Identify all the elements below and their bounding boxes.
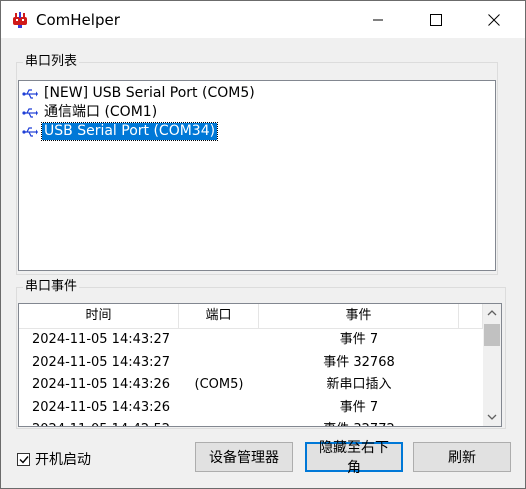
table-header: 时间 端口 事件 bbox=[19, 304, 483, 329]
chevron-up-icon bbox=[487, 310, 497, 316]
port-item-selected[interactable]: USB Serial Port (COM34) bbox=[22, 122, 219, 141]
row-port bbox=[179, 329, 259, 352]
column-header-port[interactable]: 端口 bbox=[179, 304, 259, 328]
maximize-button[interactable] bbox=[413, 1, 459, 38]
row-port bbox=[179, 397, 259, 420]
events-label: 串口事件 bbox=[25, 279, 78, 294]
row-time: 2024-11-05 14:43:26 bbox=[32, 377, 171, 392]
autostart-label: 开机启动 bbox=[35, 452, 91, 468]
chevron-down-icon bbox=[487, 414, 497, 420]
port-list-label: 串口列表 bbox=[25, 54, 78, 69]
table-row[interactable]: 2024-11-05 14:43:26 (COM5) 新串口插入 bbox=[19, 374, 483, 397]
column-header-time[interactable]: 时间 bbox=[19, 304, 179, 328]
scroll-down-button[interactable] bbox=[483, 408, 501, 426]
window-title: ComHelper bbox=[36, 11, 120, 29]
autostart-checkbox[interactable] bbox=[17, 452, 30, 466]
row-event: 事件 7 bbox=[339, 399, 379, 415]
app-icon bbox=[13, 12, 27, 28]
close-icon bbox=[488, 13, 500, 26]
table-row[interactable]: 2024-11-05 14:43:27 事件 7 bbox=[19, 329, 483, 352]
row-event: 事件 7 bbox=[339, 332, 379, 347]
usb-icon bbox=[22, 88, 38, 99]
row-port bbox=[179, 352, 259, 375]
table-body: 2024-11-05 14:43:27 事件 7 2024-11-05 14:4… bbox=[19, 329, 483, 426]
minimize-icon bbox=[373, 19, 383, 20]
column-header-event[interactable]: 事件 bbox=[259, 304, 459, 328]
row-time: 2024-11-05 14:43:27 bbox=[32, 354, 171, 370]
hide-to-corner-button[interactable]: 隐藏至右下角 bbox=[305, 440, 403, 476]
app-window: ComHelper 串口列表 [NEW] USB Serial Port (CO… bbox=[0, 0, 526, 489]
row-time: 2024-11-05 14:43:26 bbox=[32, 399, 171, 415]
events-table[interactable]: 时间 端口 事件 2024-11-05 14:43:27 事件 7 2024-1… bbox=[18, 303, 502, 427]
row-event: 事件 32772 bbox=[259, 419, 459, 426]
table-row[interactable]: 2024-11-05 14:43:26 事件 7 bbox=[19, 397, 483, 420]
maximize-icon bbox=[430, 13, 442, 26]
row-time: 2024-11-05 14:43:27 bbox=[32, 332, 171, 347]
title-bar[interactable]: ComHelper bbox=[1, 1, 525, 38]
autostart-option[interactable]: 开机启动 bbox=[17, 449, 91, 469]
port-item-label: 通信端口 (COM1) bbox=[44, 104, 158, 120]
port-item[interactable]: [NEW] USB Serial Port (COM5) bbox=[22, 84, 257, 103]
port-item-label: USB Serial Port (COM34) bbox=[40, 122, 219, 141]
port-listbox[interactable]: [NEW] USB Serial Port (COM5) 通信端口 (COM1)… bbox=[18, 80, 496, 271]
scrollbar-thumb[interactable] bbox=[484, 324, 500, 346]
row-event: 新串口插入 bbox=[326, 377, 392, 392]
refresh-button[interactable]: 刷新 bbox=[413, 442, 511, 472]
usb-icon bbox=[22, 107, 38, 118]
row-time: 2024-11-05 14:42:52 bbox=[19, 419, 179, 426]
scroll-up-button[interactable] bbox=[483, 304, 501, 322]
usb-icon bbox=[22, 126, 38, 137]
table-scrollbar[interactable] bbox=[483, 304, 501, 426]
row-event: 事件 32768 bbox=[323, 354, 395, 370]
column-header-filler bbox=[459, 304, 483, 328]
row-port bbox=[179, 419, 259, 426]
minimize-button[interactable] bbox=[355, 1, 401, 38]
table-row[interactable]: 2024-11-05 14:42:52 事件 32772 bbox=[19, 419, 483, 426]
row-port: (COM5) bbox=[194, 377, 244, 392]
device-manager-button[interactable]: 设备管理器 bbox=[195, 442, 293, 472]
close-button[interactable] bbox=[471, 1, 517, 38]
port-item[interactable]: 通信端口 (COM1) bbox=[22, 103, 159, 122]
checkmark-icon bbox=[19, 455, 29, 464]
table-row[interactable]: 2024-11-05 14:43:27 事件 32768 bbox=[19, 352, 483, 375]
port-item-label: [NEW] USB Serial Port (COM5) bbox=[44, 85, 255, 101]
